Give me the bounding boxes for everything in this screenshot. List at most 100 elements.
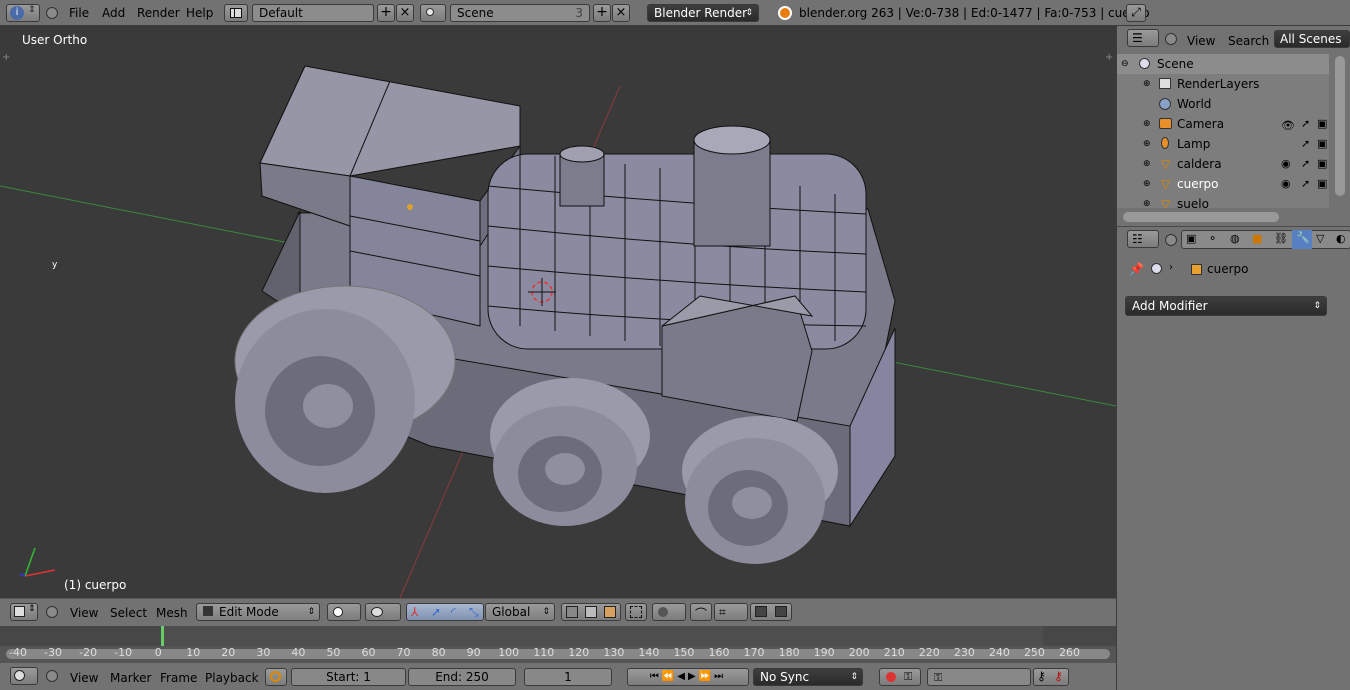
select-arrow-icon[interactable]: ➚ [1301, 174, 1310, 194]
transform-orientation-dropdown[interactable]: Global ⇕ [485, 603, 555, 621]
collapse-menu-icon[interactable] [46, 606, 58, 618]
editor-type-timeline-button[interactable] [10, 667, 38, 685]
menu-file[interactable]: File [69, 6, 89, 20]
timeline-tick-label: 0 [154, 646, 162, 659]
menu-select[interactable]: Select [110, 606, 147, 620]
add-scene-icon[interactable]: + [593, 4, 611, 22]
render-buttons[interactable] [750, 603, 792, 621]
outliner-row-lamp[interactable]: ⊕ Lamp ➚ ▣ [1117, 134, 1329, 154]
outliner-row-suelo[interactable]: ⊕ ▽ suelo [1117, 194, 1329, 208]
menu-frame[interactable]: Frame [160, 671, 197, 685]
modifiers-tab-active[interactable]: 🔧 [1292, 230, 1312, 249]
render-engine-dropdown[interactable]: Blender Render ⇕ [647, 4, 759, 22]
remove-screen-icon[interactable]: × [396, 4, 414, 22]
collapse-menu-icon[interactable] [1165, 33, 1177, 45]
axis-gizmo [19, 547, 56, 577]
editor-type-3dview-button[interactable]: ⇕ [10, 603, 38, 621]
viewport-shading-dropdown[interactable] [327, 603, 361, 621]
collapse-menu-icon[interactable] [46, 670, 58, 682]
menu-view[interactable]: View [70, 606, 98, 620]
outliner-row-renderlayers[interactable]: ⊕ RenderLayers [1117, 74, 1329, 94]
outliner-label: cuerpo [1177, 177, 1219, 191]
outliner-row-camera[interactable]: ⊕ Camera 👁 ➚ ▣ [1117, 114, 1329, 134]
outliner-row-caldera[interactable]: ⊕ ▽ caldera ◉ ➚ ▣ [1117, 154, 1329, 174]
timeline-tick-label: 250 [1023, 646, 1045, 659]
visibility-eye-icon[interactable]: ◉ [1281, 174, 1291, 194]
world-icon [1159, 98, 1171, 110]
menu-playback[interactable]: Playback [205, 671, 259, 685]
start-frame-field[interactable]: Start: 1 [291, 668, 406, 686]
editor-type-outliner-button[interactable]: ☰ [1127, 29, 1159, 47]
proportional-edit-dropdown[interactable] [652, 603, 686, 621]
menu-help[interactable]: Help [186, 6, 213, 20]
constraints-tab-icon[interactable]: ⛓ [1274, 232, 1288, 245]
menu-mesh[interactable]: Mesh [156, 606, 188, 620]
data-tab-icon[interactable]: ▽ [1316, 232, 1324, 245]
timeline-tick-label: 220 [918, 646, 940, 659]
visibility-eye-icon[interactable]: ◉ [1281, 154, 1291, 174]
render-tab-icon[interactable]: ▣ [1186, 232, 1196, 245]
viewport-scene[interactable] [0, 26, 1116, 598]
playback-controls[interactable]: ⏮⏪◀▶⏩⏭ [627, 668, 749, 686]
snap-toggle-icon[interactable]: ⌒ [690, 603, 712, 621]
outliner-row-cuerpo[interactable]: ⊕ ▽ cuerpo ◉ ➚ ▣ [1117, 174, 1329, 194]
select-arrow-icon[interactable]: ➚ [1301, 134, 1310, 154]
menu-marker[interactable]: Marker [110, 671, 151, 685]
limit-selection-icon[interactable] [625, 603, 647, 621]
menu-search[interactable]: Search [1228, 34, 1269, 48]
world-tab-icon[interactable]: ◍ [1230, 232, 1240, 245]
keying-set-field[interactable]: ⚿ [927, 668, 1031, 686]
render-camera-icon[interactable]: ▣ [1317, 114, 1327, 134]
scene-field[interactable]: Scene 3 [450, 4, 590, 22]
outliner-tree[interactable]: ⊖ Scene ⊕ RenderLayers World ⊕ Camera 👁 ➚ ▣ ⊕ L… [1117, 54, 1329, 208]
visibility-eye-icon[interactable]: 👁 [1281, 116, 1295, 136]
select-arrow-icon[interactable]: ➚ [1301, 154, 1310, 174]
menu-view[interactable]: View [1187, 34, 1215, 48]
editor-type-properties-button[interactable]: ☷ [1127, 230, 1159, 248]
manipulator-toggles[interactable]: ⅄ ➚ ◜ ⤡ [406, 603, 484, 621]
outliner-row-world[interactable]: World [1117, 94, 1329, 114]
material-tab-icon[interactable]: ◐ [1336, 232, 1346, 245]
sync-mode-dropdown[interactable]: No Sync ⇕ [753, 668, 863, 686]
menu-view[interactable]: View [70, 671, 98, 685]
render-camera-icon[interactable]: ▣ [1317, 134, 1327, 154]
add-screen-icon[interactable]: + [377, 4, 395, 22]
scene-tab-icon[interactable]: ⚬ [1208, 232, 1217, 245]
collapse-menu-icon[interactable] [46, 7, 58, 19]
display-mode-dropdown[interactable]: All Scenes [1274, 30, 1350, 48]
menu-add[interactable]: Add [102, 6, 125, 20]
record-buttons[interactable]: ⚿ [879, 668, 921, 686]
timeline-tick-label: 210 [883, 646, 905, 659]
current-frame-label: 1 [564, 670, 572, 684]
select-arrow-icon[interactable]: ➚ [1301, 114, 1310, 134]
render-camera-icon[interactable]: ▣ [1317, 174, 1327, 194]
keyframe-buttons[interactable]: ⚷ ⚷ [1033, 668, 1069, 686]
render-camera-icon[interactable]: ▣ [1317, 154, 1327, 174]
outliner-row-scene[interactable]: ⊖ Scene [1117, 54, 1329, 74]
pivot-point-dropdown[interactable] [365, 603, 401, 621]
breadcrumb-arrow-icon: › [1169, 262, 1173, 273]
menu-render[interactable]: Render [137, 6, 180, 20]
3d-viewport[interactable]: User Ortho + + y (1) cuerpo [0, 26, 1116, 598]
timeline-area[interactable]: -40 -30 -20 -10 0 10 20 30 40 50 60 70 80 90 100 110 120… [0, 626, 1116, 662]
add-modifier-dropdown[interactable]: Add Modifier ⇕ [1125, 296, 1327, 316]
interaction-mode-dropdown[interactable]: Edit Mode ⇕ [196, 603, 320, 621]
remove-scene-icon[interactable]: × [612, 4, 630, 22]
outliner-vertical-scrollbar[interactable] [1335, 56, 1345, 196]
object-tab-icon[interactable]: ■ [1252, 232, 1262, 245]
layer-buttons[interactable] [561, 603, 621, 621]
collapse-menu-icon[interactable] [1165, 234, 1177, 246]
end-frame-field[interactable]: End: 250 [408, 668, 516, 686]
fullscreen-icon[interactable]: ⤢ [1126, 4, 1146, 22]
outliner-horizontal-scrollbar[interactable] [1123, 212, 1279, 222]
timeline-ruler: -40 -30 -20 -10 0 10 20 30 40 50 60 70 80 90 100 110 120… [0, 622, 1116, 659]
properties-context-tabs[interactable]: ▣ ⚬ ◍ ■ ⛓ 🔧 ▽ ◐ [1181, 230, 1350, 249]
screen-layout-field[interactable]: Default [252, 4, 374, 22]
current-frame-field[interactable]: 1 [524, 668, 612, 686]
screen-layout-browse-button[interactable] [224, 4, 248, 22]
editor-type-info-button[interactable]: i ⇕ [6, 4, 40, 22]
pin-icon[interactable]: 📌 [1129, 262, 1144, 276]
scene-browse-button[interactable] [420, 4, 446, 22]
preview-range-icon[interactable] [265, 668, 287, 686]
snap-element-dropdown[interactable]: ⌗ [714, 603, 748, 621]
